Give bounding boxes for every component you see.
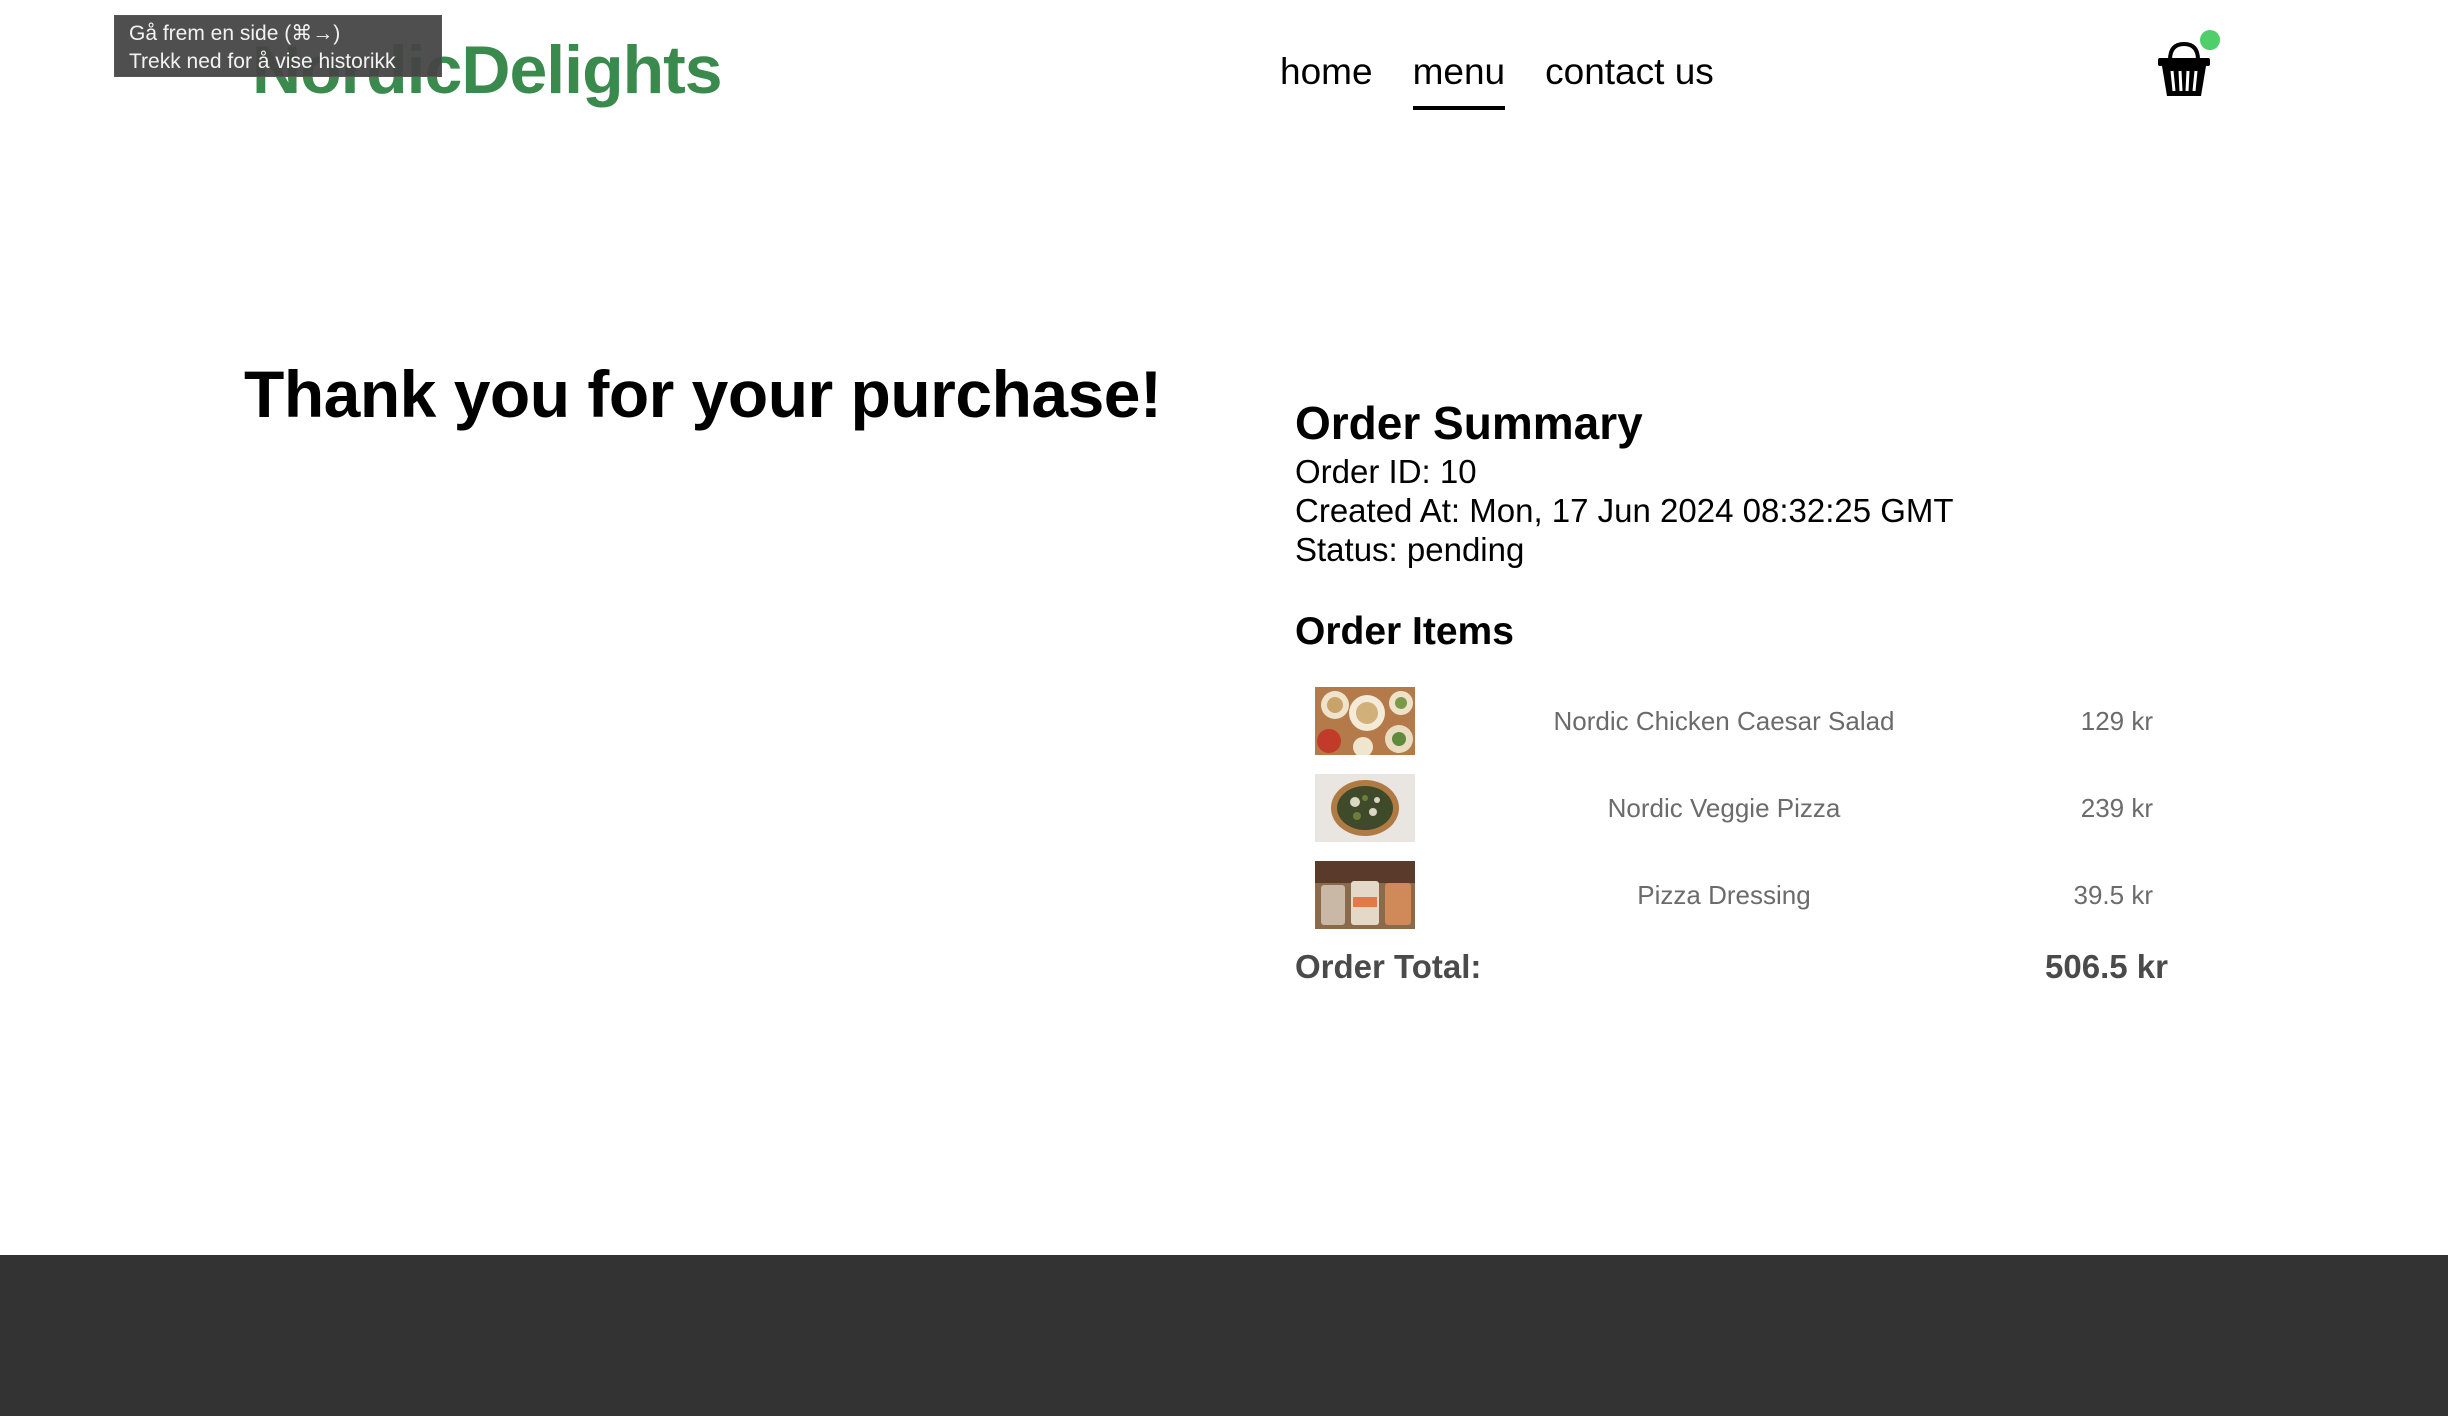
thank-you-heading: Thank you for your purchase! (244, 357, 1162, 431)
order-total: Order Total: 506.5 kr (1295, 948, 2168, 986)
salad-image (1315, 687, 1415, 755)
order-items-list: Nordic Chicken Caesar Salad 129 kr Nordi… (1295, 687, 2175, 929)
order-item-name: Nordic Veggie Pizza (1607, 792, 1841, 823)
order-item: Nordic Chicken Caesar Salad 129 kr (1295, 687, 2175, 755)
order-status: Status: pending (1295, 531, 1525, 568)
tooltip-line-2: Trekk ned for å vise historikk (129, 50, 396, 73)
cart-badge (2200, 30, 2220, 50)
order-summary-title: Order Summary (1295, 397, 1643, 449)
order-items-title: Order Items (1295, 610, 1514, 653)
main-nav: home menu contact us (1280, 44, 1714, 110)
order-item-price: 129 kr (2080, 705, 2153, 736)
site-footer (0, 1255, 2448, 1416)
order-item: Pizza Dressing 39.5 kr (1295, 861, 2175, 929)
tooltip-line-1: Gå frem en side (⌘→) (129, 22, 341, 45)
order-item-name: Nordic Chicken Caesar Salad (1553, 705, 1895, 736)
browser-tooltip: Gå frem en side (⌘→) Trekk ned for å vis… (114, 15, 442, 77)
nav-home[interactable]: home (1280, 44, 1373, 110)
order-item-price: 39.5 kr (2073, 879, 2154, 910)
pizza-image (1315, 774, 1415, 842)
order-total-label: Order Total: (1295, 948, 1482, 985)
order-item-price: 239 kr (2080, 792, 2153, 823)
order-id: Order ID: 10 (1295, 453, 1477, 490)
order-item-name: Pizza Dressing (1637, 879, 1811, 910)
nav-menu[interactable]: menu (1412, 44, 1506, 110)
order-summary: Order Summary Order ID: 10 Created At: M… (1295, 394, 2175, 986)
basket-icon (2158, 41, 2210, 96)
page: NordicDelights home menu contact us Gå f… (0, 0, 2448, 1416)
cart-button[interactable] (2156, 40, 2212, 100)
dressing-image (1315, 861, 1415, 929)
nav-contact-us[interactable]: contact us (1545, 44, 1714, 110)
order-total-value: 506.5 kr (2045, 948, 2168, 985)
order-item: Nordic Veggie Pizza 239 kr (1295, 774, 2175, 842)
order-created-at: Created At: Mon, 17 Jun 2024 08:32:25 GM… (1295, 492, 1954, 529)
